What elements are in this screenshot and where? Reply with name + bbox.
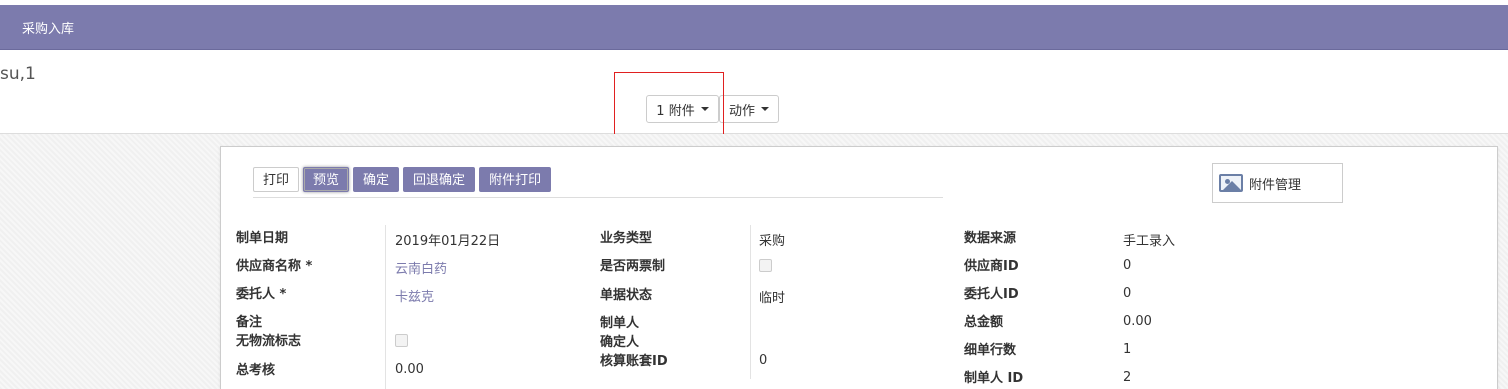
maker-label: 制单人: [600, 316, 640, 331]
consignor-id-value[interactable]: 0: [1123, 286, 1131, 301]
detail-rows-label: 细单行数: [964, 343, 1017, 358]
total-check-label: 总考核: [236, 363, 276, 378]
control-panel: su,1 1 附件 动作: [0, 50, 1508, 134]
doc-status-value: 临时: [759, 291, 786, 306]
data-source-value: 手工录入: [1123, 234, 1176, 249]
supplier-link[interactable]: 云南白药: [395, 258, 447, 277]
doc-status-label: 单据状态: [600, 288, 653, 303]
top-navbar: 采购入库: [0, 5, 1508, 50]
date-value[interactable]: 2019年01月22日: [395, 230, 500, 249]
detail-rows-value[interactable]: 1: [1123, 342, 1131, 357]
column-divider: [750, 225, 751, 379]
form-button-row: 打印 预览 确定 回退确定 附件打印: [253, 167, 552, 192]
total-amount-value[interactable]: 0.00: [1123, 314, 1152, 329]
two-invoice-label: 是否两票制: [600, 259, 666, 274]
business-type-value[interactable]: 采购: [759, 230, 785, 249]
actions-dropdown-button[interactable]: 动作: [719, 95, 779, 123]
total-check-value[interactable]: 0.00: [395, 362, 424, 377]
attachment-print-button[interactable]: 附件打印: [479, 167, 552, 192]
caret-down-icon: [761, 107, 769, 111]
confirm-button[interactable]: 确定: [353, 167, 400, 192]
menu-title[interactable]: 采购入库: [22, 18, 74, 37]
consignor-id-label: 委托人ID: [964, 287, 1019, 302]
account-set-label: 核算账套ID: [600, 354, 668, 369]
button-row-divider: [253, 197, 943, 198]
actions-dropdown-label: 动作: [728, 103, 755, 119]
business-type-label: 业务类型: [600, 231, 653, 246]
consignor-link[interactable]: 卡兹克: [395, 286, 434, 305]
account-set-value[interactable]: 0: [759, 353, 767, 368]
revert-confirm-button[interactable]: 回退确定: [403, 167, 476, 192]
supplier-id-label: 供应商ID: [964, 259, 1019, 274]
supplier-id-value[interactable]: 0: [1123, 258, 1131, 273]
column-divider: [385, 225, 386, 389]
maker-id-label: 制单人 ID: [964, 371, 1024, 386]
breadcrumb: su,1: [0, 64, 36, 84]
two-invoice-checkbox[interactable]: [759, 259, 772, 272]
date-label: 制单日期: [236, 231, 289, 246]
form-canvas: 打印 预览 确定 回退确定 附件打印 附件管理 制单日期 2019年01月22日…: [0, 134, 1508, 389]
preview-button[interactable]: 预览: [303, 167, 350, 192]
attachment-manage-label: 附件管理: [1249, 177, 1302, 193]
highlight-box: [614, 72, 724, 140]
confirmer-label: 确定人: [600, 335, 640, 350]
print-button[interactable]: 打印: [253, 167, 300, 192]
attachment-manage-button[interactable]: 附件管理: [1212, 163, 1343, 203]
supplier-label: 供应商名称 *: [236, 259, 313, 274]
maker-id-value[interactable]: 2: [1123, 370, 1131, 385]
total-amount-label: 总金额: [964, 315, 1004, 330]
remark-label: 备注: [236, 315, 263, 330]
data-source-label: 数据来源: [964, 231, 1017, 246]
no-logistics-label: 无物流标志: [236, 334, 302, 349]
image-icon: [1219, 174, 1243, 192]
consignor-label: 委托人 *: [236, 287, 287, 302]
form-sheet: 打印 预览 确定 回退确定 附件打印 附件管理 制单日期 2019年01月22日…: [220, 146, 1498, 389]
no-logistics-checkbox[interactable]: [395, 334, 408, 347]
